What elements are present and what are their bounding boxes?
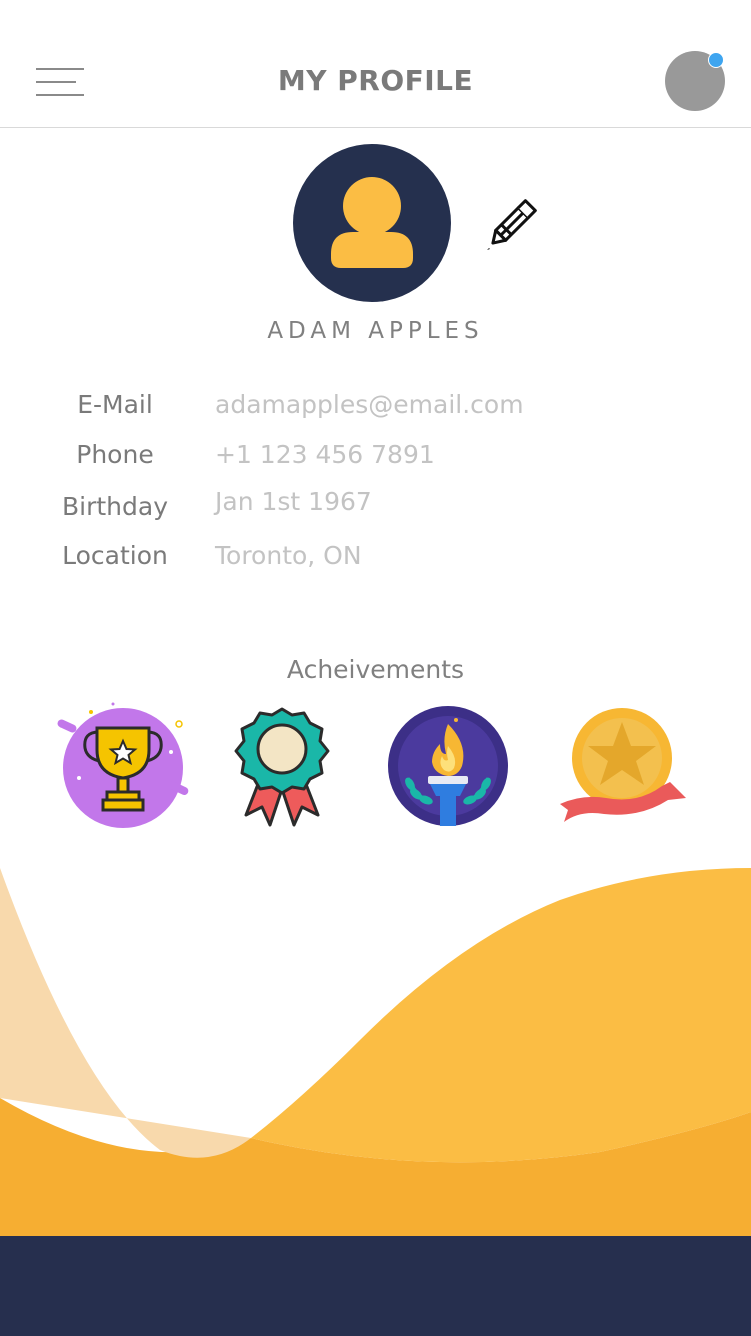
info-row-birthday: Birthday Jan 1st 1967 [0, 487, 751, 530]
footer-bar [0, 1236, 751, 1336]
page-title: MY PROFILE [277, 64, 474, 97]
email-label: E-Mail [77, 390, 153, 419]
pencil-icon[interactable] [484, 196, 540, 252]
notification-dot [708, 52, 724, 68]
location-label: Location [62, 541, 168, 570]
location-value: Toronto, ON [215, 541, 362, 570]
birthday-value: Jan 1st 1967 [215, 487, 372, 516]
info-row-phone: Phone +1 123 456 7891 [0, 440, 751, 480]
achievements-heading: Acheivements [286, 655, 465, 684]
rosette-badge-icon[interactable] [230, 703, 334, 837]
app-header: MY PROFILE [0, 0, 751, 128]
phone-value: +1 123 456 7891 [215, 440, 435, 469]
birthday-label: Birthday [61, 492, 168, 521]
info-row-location: Location Toronto, ON [0, 541, 751, 581]
profile-avatar [293, 144, 451, 302]
user-silhouette-icon [331, 177, 413, 268]
profile-name: ADAM APPLES [267, 318, 484, 344]
torch-badge-icon[interactable] [386, 704, 510, 832]
decorative-waves [0, 868, 751, 1236]
trophy-badge-icon[interactable] [55, 700, 190, 839]
phone-label: Phone [76, 440, 154, 469]
email-value: adamapples@email.com [215, 390, 524, 419]
star-medal-badge-icon[interactable] [558, 708, 688, 830]
info-row-email: E-Mail adamapples@email.com [0, 390, 751, 430]
